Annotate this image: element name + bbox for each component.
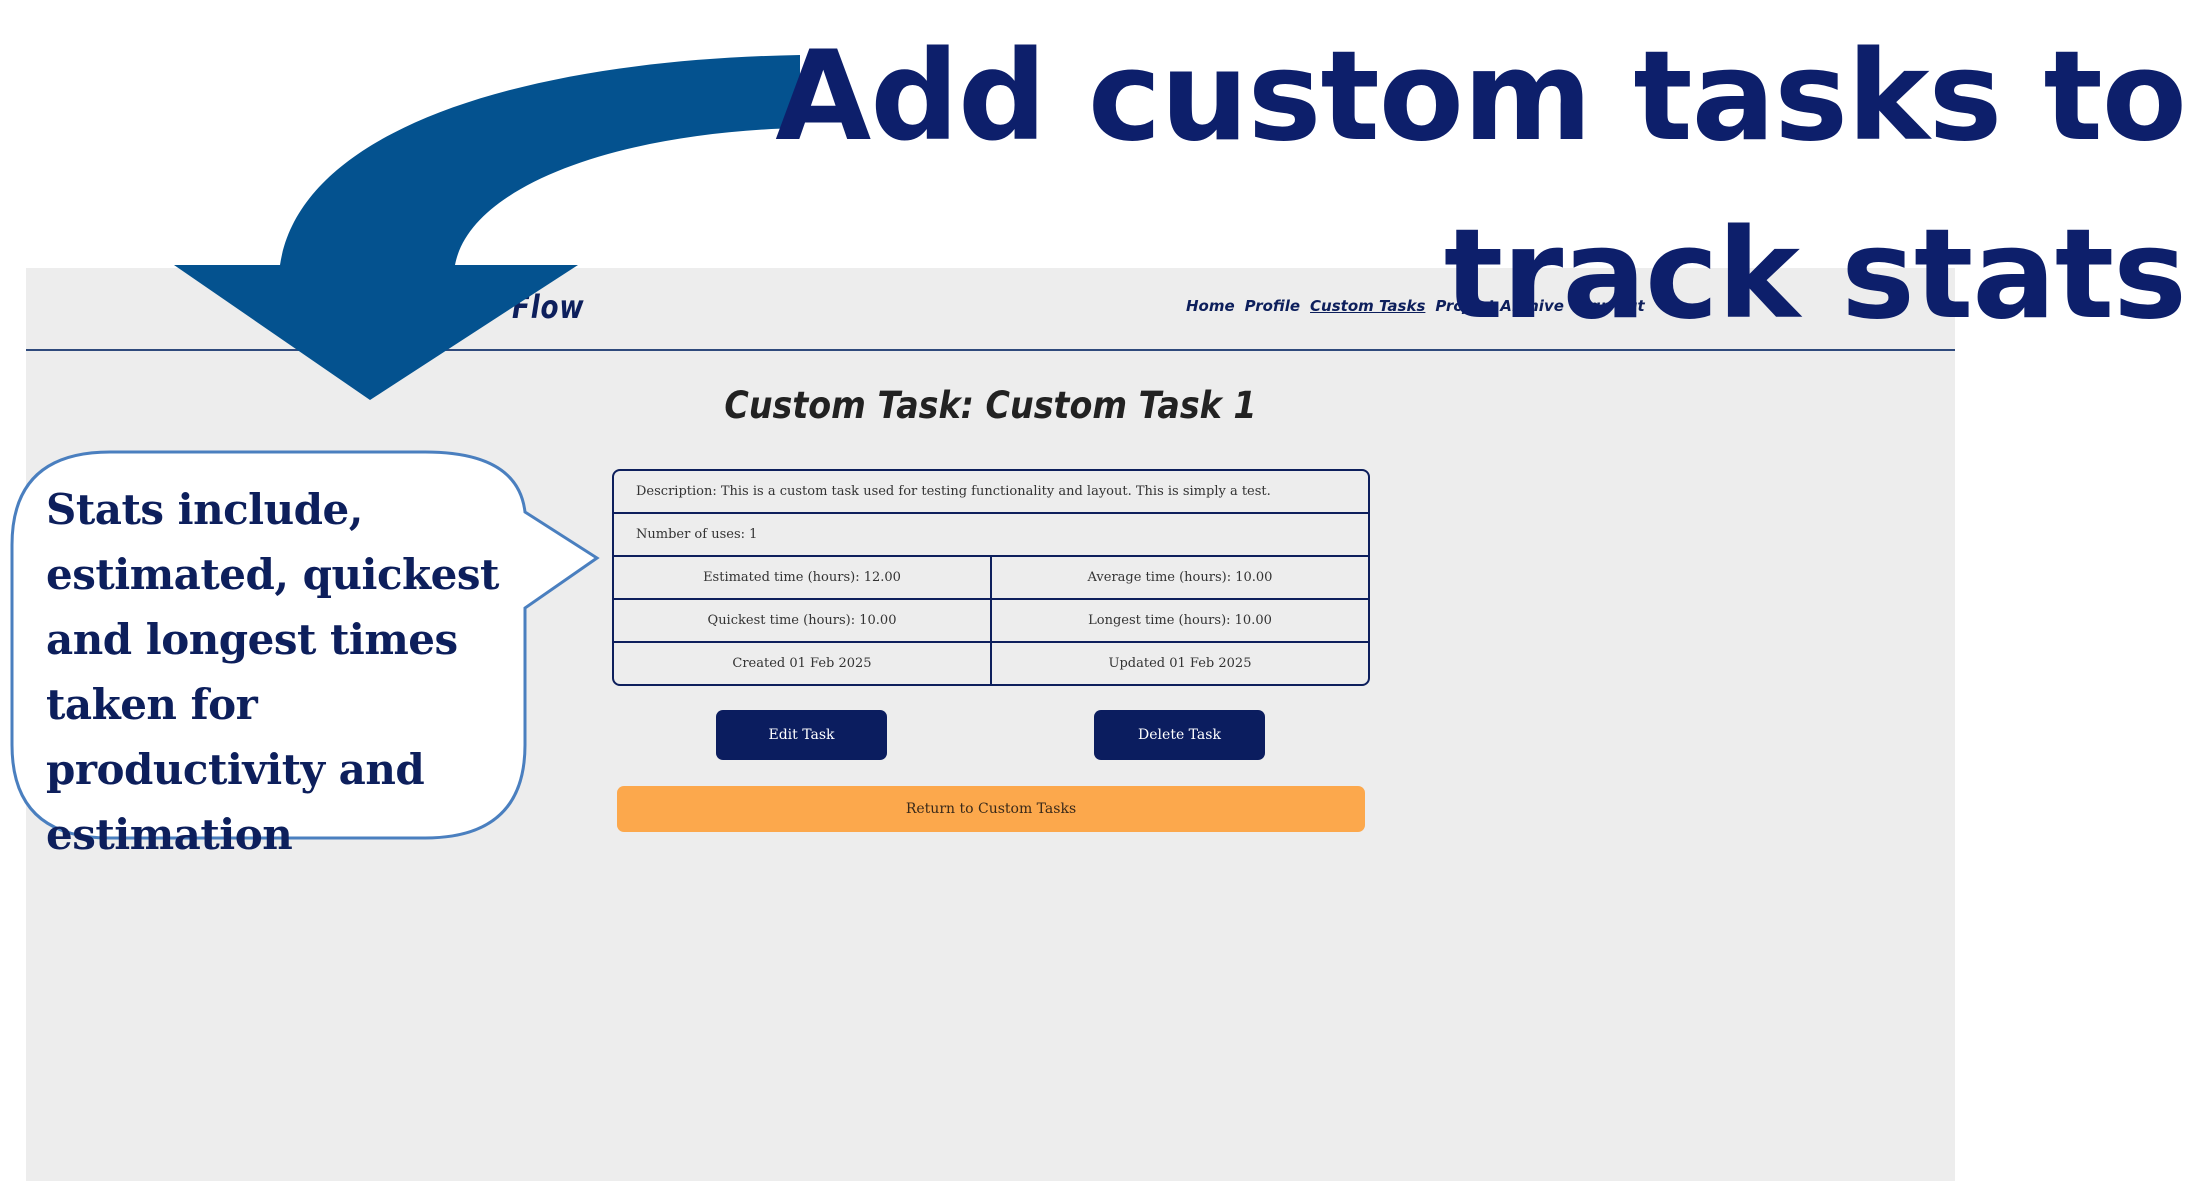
dates-row: Created 01 Feb 2025 Updated 01 Feb 2025 bbox=[614, 643, 1368, 684]
edit-task-button[interactable]: Edit Task bbox=[716, 710, 887, 760]
brand-logo-text[interactable]: Flow bbox=[512, 288, 584, 326]
uses-row: Number of uses: 1 bbox=[614, 514, 1368, 557]
average-time-cell: Average time (hours): 10.00 bbox=[990, 557, 1368, 598]
task-details-table: Description: This is a custom task used … bbox=[612, 469, 1370, 686]
headline-line-2: track stats bbox=[1443, 203, 2187, 347]
updated-date-cell: Updated 01 Feb 2025 bbox=[990, 643, 1368, 684]
return-to-custom-tasks-button[interactable]: Return to Custom Tasks bbox=[617, 786, 1365, 832]
headline-line-1: Add custom tasks to bbox=[775, 25, 2187, 169]
description-cell: Description: This is a custom task used … bbox=[636, 484, 1271, 499]
estimated-time-cell: Estimated time (hours): 12.00 bbox=[703, 570, 901, 585]
uses-cell: Number of uses: 1 bbox=[636, 527, 758, 542]
time-row-quickest-longest: Quickest time (hours): 10.00 Longest tim… bbox=[614, 600, 1368, 643]
longest-time-cell: Longest time (hours): 10.00 bbox=[990, 600, 1368, 641]
quickest-time-cell: Quickest time (hours): 10.00 bbox=[707, 613, 897, 628]
description-row: Description: This is a custom task used … bbox=[614, 471, 1368, 514]
page-title: Custom Task: Custom Task 1 bbox=[724, 384, 1257, 427]
time-row-estimated-average: Estimated time (hours): 12.00 Average ti… bbox=[614, 557, 1368, 600]
created-date-cell: Created 01 Feb 2025 bbox=[732, 656, 872, 671]
callout-text: Stats include, estimated, quickest and l… bbox=[46, 485, 499, 859]
delete-task-button[interactable]: Delete Task bbox=[1094, 710, 1265, 760]
headline: Add custom tasks to track stats bbox=[775, 8, 2187, 364]
annotated-screenshot: Flow Home Profile Custom Tasks Project A… bbox=[0, 0, 2200, 1200]
